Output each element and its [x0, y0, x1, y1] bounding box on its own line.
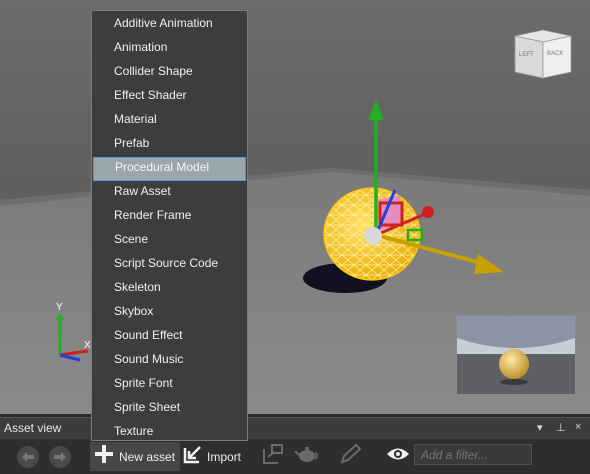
view-cube-left-label[interactable]: LEFT: [519, 52, 534, 58]
back-icon: [17, 445, 39, 468]
rename-button[interactable]: [339, 439, 363, 474]
menu-item-texture[interactable]: Texture: [92, 421, 247, 445]
import-icon: [183, 444, 203, 469]
asset-view-title: Asset view: [4, 421, 62, 435]
teapot-icon: [294, 444, 320, 469]
asset-view-header: Asset view ▾ ⊥ ×: [0, 417, 590, 439]
import-label: Import: [207, 449, 242, 464]
show-in-explorer-icon: [262, 443, 286, 470]
menu-item-script-source-code[interactable]: Script Source Code: [92, 253, 247, 277]
menu-item-prefab[interactable]: Prefab: [92, 133, 247, 157]
menu-item-sound-effect[interactable]: Sound Effect: [92, 325, 247, 349]
new-asset-label: New asset: [119, 449, 176, 464]
menu-item-skybox[interactable]: Skybox: [92, 301, 247, 325]
menu-item-effect-shader[interactable]: Effect Shader: [92, 85, 247, 109]
panel-pin-icon[interactable]: ⊥: [556, 421, 566, 434]
menu-item-collider-shape[interactable]: Collider Shape: [92, 61, 247, 85]
new-asset-menu: Additive Animation Animation Collider Shap…: [91, 10, 248, 441]
plus-icon: [94, 444, 114, 469]
menu-item-raw-asset[interactable]: Raw Asset: [92, 181, 247, 205]
axis-y-label: Y: [56, 302, 63, 313]
menu-item-additive-animation[interactable]: Additive Animation: [92, 13, 247, 37]
axis-x-label: X: [84, 340, 91, 351]
eye-icon: [386, 446, 410, 467]
menu-item-scene[interactable]: Scene: [92, 229, 247, 253]
view-cube[interactable]: LEFT BACK: [513, 28, 573, 80]
menu-item-sound-music[interactable]: Sound Music: [92, 349, 247, 373]
show-in-explorer-button[interactable]: [262, 439, 286, 474]
camera-preview: [456, 315, 576, 395]
forward-button[interactable]: [49, 439, 71, 474]
scene-viewport[interactable]: LEFT BACK Y X: [0, 0, 590, 414]
menu-item-sprite-sheet[interactable]: Sprite Sheet: [92, 397, 247, 421]
menu-item-render-frame[interactable]: Render Frame: [92, 205, 247, 229]
menu-item-skeleton[interactable]: Skeleton: [92, 277, 247, 301]
panel-dropdown-icon[interactable]: ▾: [537, 421, 543, 434]
view-cube-back-label[interactable]: BACK: [547, 51, 563, 57]
menu-item-sprite-font[interactable]: Sprite Font: [92, 373, 247, 397]
forward-icon: [49, 445, 71, 468]
camera-preview-render: [457, 316, 575, 394]
menu-item-procedural-model[interactable]: Procedural Model: [93, 157, 246, 181]
panel-close-icon[interactable]: ×: [575, 421, 581, 433]
teapot-button[interactable]: [294, 439, 320, 474]
menu-item-animation[interactable]: Animation: [92, 37, 247, 61]
back-button[interactable]: [17, 439, 39, 474]
menu-item-material[interactable]: Material: [92, 109, 247, 133]
visibility-button[interactable]: [386, 439, 410, 474]
filter-input[interactable]: [414, 444, 532, 465]
new-asset-button[interactable]: New asset: [90, 442, 181, 471]
pencil-icon: [339, 443, 363, 470]
